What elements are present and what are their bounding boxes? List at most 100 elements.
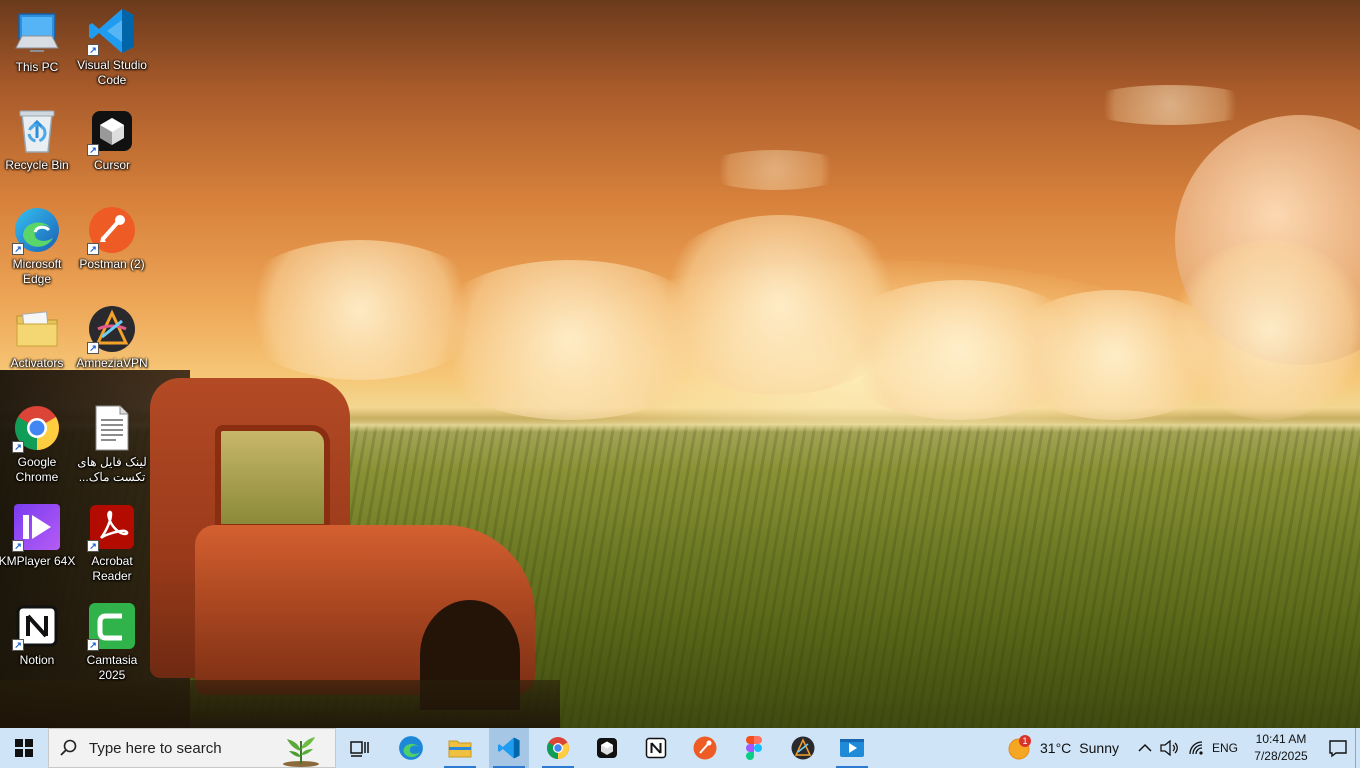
- weather-alert-badge: 1: [1019, 735, 1031, 747]
- taskbar-app-postman[interactable]: [685, 728, 725, 768]
- search-highlight-plant-icon: [283, 737, 319, 767]
- wallpaper-cloud: [1170, 240, 1360, 420]
- shortcut-arrow-icon: ↗: [12, 243, 24, 255]
- chrome-icon: ↗: [12, 403, 62, 453]
- taskbar-app-vscode[interactable]: [489, 728, 529, 768]
- desktop-icon-camtasia[interactable]: ↗ Camtasia 2025: [75, 601, 149, 683]
- shortcut-arrow-icon: ↗: [87, 540, 99, 552]
- camtasia-recorder-icon: [840, 739, 864, 757]
- taskbar-app-file-explorer[interactable]: [440, 728, 480, 768]
- shortcut-arrow-icon: ↗: [12, 639, 24, 651]
- file-explorer-icon: [448, 740, 472, 758]
- desktop-icon-this-pc[interactable]: This PC: [0, 8, 74, 75]
- shortcut-arrow-icon: ↗: [87, 243, 99, 255]
- notion-icon: ↗: [12, 601, 62, 651]
- weather-widget[interactable]: 1 31°C Sunny: [1008, 728, 1119, 768]
- desktop-icon-label: Microsoft Edge: [12, 257, 62, 286]
- this-pc-icon: [12, 8, 62, 58]
- shortcut-arrow-icon: ↗: [87, 44, 99, 56]
- windows-logo-icon: [15, 739, 33, 757]
- kmplayer-icon: ↗: [12, 502, 62, 552]
- notion-icon: [645, 737, 667, 759]
- taskbar: Type here to search 1 31°C Sunny ENG 10:…: [0, 728, 1360, 768]
- taskbar-app-cursor[interactable]: [587, 728, 627, 768]
- figma-icon: [746, 736, 762, 760]
- taskbar-app-notion[interactable]: [636, 728, 676, 768]
- desktop-icon-cursor[interactable]: ↗ Cursor: [75, 106, 149, 173]
- volume-button[interactable]: [1160, 728, 1180, 768]
- taskbar-app-figma[interactable]: [734, 728, 774, 768]
- desktop-icon-acrobat-reader[interactable]: ↗ Acrobat Reader: [75, 502, 149, 584]
- shortcut-arrow-icon: ↗: [87, 342, 99, 354]
- weather-condition: Sunny: [1079, 740, 1119, 756]
- taskbar-app-chrome[interactable]: [538, 728, 578, 768]
- desktop-icon-google-chrome[interactable]: ↗ Google Chrome: [0, 403, 74, 485]
- acrobat-icon: ↗: [87, 502, 137, 552]
- desktop-icon-postman[interactable]: ↗ Postman (2): [75, 205, 149, 272]
- clock-date: 7/28/2025: [1254, 749, 1308, 763]
- desktop-icon-label: Recycle Bin: [5, 158, 69, 172]
- wallpaper-foreground-grass: [0, 680, 560, 728]
- desktop-icon-label: Cursor: [93, 158, 130, 172]
- desktop-icon-visual-studio-code[interactable]: ↗ Visual Studio Code: [75, 6, 149, 88]
- desktop-icon-label: Visual Studio Code: [77, 58, 147, 87]
- postman-icon: [693, 736, 717, 760]
- taskbar-app-edge[interactable]: [391, 728, 431, 768]
- shortcut-arrow-icon: ↗: [87, 639, 99, 651]
- desktop-icon-label: لینک فایل های تکست ماک...: [77, 455, 147, 484]
- desktop-icon-label: Activators: [10, 356, 64, 370]
- taskbar-app-amneziavpn[interactable]: [783, 728, 823, 768]
- edge-icon: [399, 736, 423, 760]
- amneziavpn-icon: ↗: [87, 304, 137, 354]
- desktop-icon-kmplayer[interactable]: ↗ KMPlayer 64X: [0, 502, 76, 569]
- wifi-icon: [1189, 741, 1203, 755]
- taskbar-app-camtasia[interactable]: [832, 728, 872, 768]
- search-placeholder: Type here to search: [89, 739, 222, 757]
- desktop-icon-notion[interactable]: ↗ Notion: [0, 601, 74, 668]
- show-hidden-icons-button[interactable]: [1138, 728, 1152, 768]
- task-view-button[interactable]: [340, 728, 380, 768]
- folder-icon: [12, 304, 62, 354]
- taskbar-search-box[interactable]: Type here to search: [48, 728, 336, 768]
- desktop-wallpaper[interactable]: [0, 0, 1360, 728]
- action-center-button[interactable]: [1328, 738, 1348, 763]
- chevron-up-icon: [1138, 743, 1152, 752]
- desktop-icon-text-file[interactable]: لینک فایل های تکست ماک...: [75, 403, 149, 485]
- wallpaper-cloud: [700, 150, 850, 190]
- search-icon: [49, 739, 89, 757]
- desktop-icon-microsoft-edge[interactable]: ↗ Microsoft Edge: [0, 205, 74, 287]
- language-indicator: ENG: [1212, 741, 1239, 755]
- desktop-icon-label: Camtasia 2025: [86, 653, 138, 682]
- desktop-icon-label: Postman (2): [79, 257, 145, 271]
- vscode-icon: ↗: [87, 6, 137, 56]
- notification-icon: [1329, 740, 1347, 758]
- desktop-icon-label: AmneziaVPN: [76, 356, 148, 370]
- desktop-icon-label: This PC: [15, 60, 59, 74]
- desktop-icon-recycle-bin[interactable]: Recycle Bin: [0, 106, 74, 173]
- chrome-icon: [547, 737, 569, 759]
- camtasia-icon: ↗: [87, 601, 137, 651]
- clock-time: 10:41 AM: [1255, 732, 1307, 746]
- desktop-icon-activators[interactable]: Activators: [0, 304, 74, 371]
- text-file-icon: [87, 403, 137, 453]
- wallpaper-cloud: [1080, 85, 1260, 125]
- input-language-button[interactable]: ENG: [1212, 728, 1238, 768]
- show-desktop-button[interactable]: [1355, 728, 1360, 768]
- amneziavpn-icon: [791, 736, 815, 760]
- weather-temperature: 31°C: [1040, 740, 1072, 756]
- taskbar-clock[interactable]: 10:41 AM 7/28/2025: [1246, 731, 1316, 765]
- desktop-icon-amneziavpn[interactable]: ↗ AmneziaVPN: [75, 304, 149, 371]
- desktop-icon-label: Acrobat Reader: [91, 554, 133, 583]
- cursor-app-icon: [597, 738, 617, 758]
- cursor-app-icon: ↗: [87, 106, 137, 156]
- sun-icon: 1: [1008, 735, 1032, 760]
- desktop-icon-label: Notion: [19, 653, 55, 667]
- wallpaper-truck-window: [215, 425, 330, 530]
- edge-icon: ↗: [12, 205, 62, 255]
- desktop-icon-label: KMPlayer 64X: [0, 554, 76, 568]
- network-button[interactable]: [1188, 728, 1206, 768]
- start-button[interactable]: [0, 728, 48, 768]
- recycle-bin-icon: [12, 106, 62, 156]
- task-view-icon: [350, 741, 369, 757]
- postman-icon: ↗: [87, 205, 137, 255]
